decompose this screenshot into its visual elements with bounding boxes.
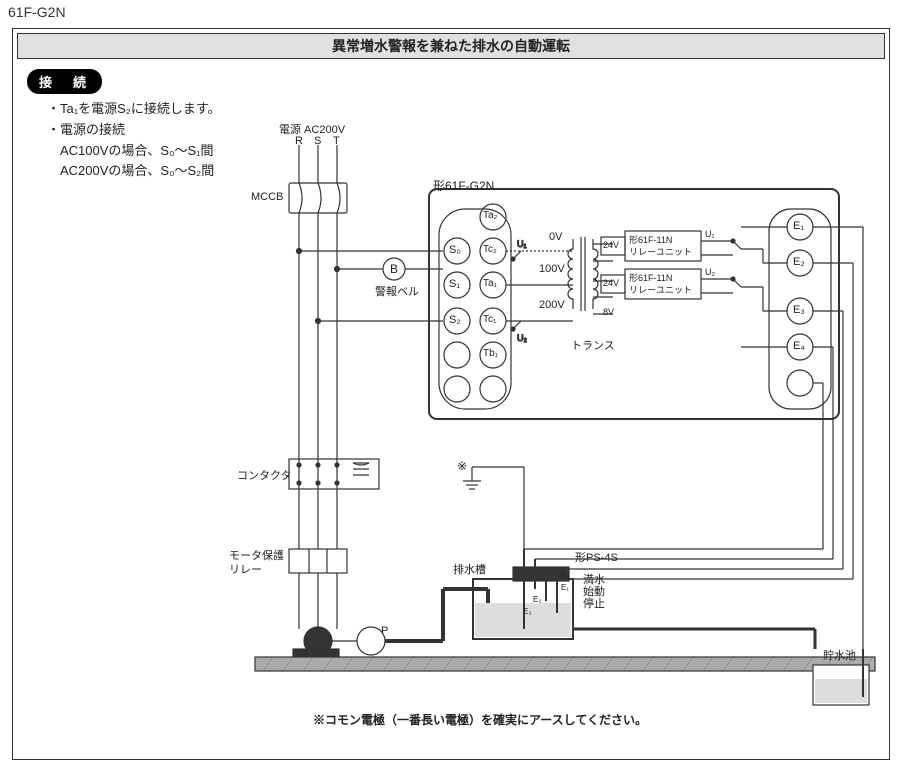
bell-caption: 警報ベル [375, 283, 419, 299]
terminal-e4: E₄ [793, 340, 805, 352]
phase-r: R [295, 135, 303, 147]
electrode-e1: E₁ [561, 583, 569, 592]
terminal-e1: E₁ [793, 220, 804, 232]
ps4s-label: 形PS-4S [575, 549, 618, 565]
terminal-tc1: Tc₁ [483, 314, 496, 325]
wiring-diagram: U₁ U₂ [13, 89, 889, 749]
u1-right: U₁ [705, 229, 715, 239]
terminal-s2: S₂ [449, 314, 461, 326]
tap-100v: 100V [539, 263, 565, 275]
electrode-e4: E₄ [561, 571, 570, 580]
ground-mark: ※ [457, 459, 467, 473]
phase-s: S [314, 135, 321, 147]
pump-p: P [381, 625, 388, 637]
reservoir-label: 貯水池 [823, 647, 856, 663]
diagram-frame: 異常増水警報を兼ねた排水の自動運転 接 続 ・Ta₁を電源S₂に接続します。 ・… [12, 28, 890, 760]
drain-tank-label: 排水槽 [453, 561, 486, 577]
page-title: 異常増水警報を兼ねた排水の自動運転 [17, 33, 885, 59]
u2-right: U₂ [705, 267, 715, 277]
terminal-e2: E₂ [793, 256, 805, 268]
motor-m: M [332, 625, 341, 637]
sec-8v: 8V [603, 307, 614, 317]
terminal-s1: S₁ [449, 278, 460, 290]
svg-text:U₂: U₂ [517, 333, 527, 343]
terminal-tb1: Tb₁ [483, 348, 498, 359]
terminal-s0: S₀ [449, 244, 461, 256]
sec-24v-1: 24V [603, 240, 619, 250]
bell-b: B [390, 262, 398, 276]
motor-relay-label2: リレー [229, 561, 262, 577]
tap-0v: 0V [549, 231, 562, 243]
transformer-label: トランス [571, 337, 615, 353]
footnote: ※コモン電極（一番長い電極）を確実にアースしてください。 [313, 711, 647, 728]
controller-model: 形61F-G2N [433, 177, 494, 194]
terminal-tc2: Tc₂ [483, 244, 497, 255]
svg-text:U₁: U₁ [517, 239, 527, 249]
level-stop: 停止 [583, 595, 605, 611]
tap-200v: 200V [539, 299, 565, 311]
phase-t: T [333, 135, 340, 147]
relay1-line2: リレーユニット [629, 245, 692, 258]
relay2-line2: リレーユニット [629, 283, 692, 296]
electrode-e2: E₂ [533, 595, 541, 604]
terminal-ta2: Ta₂ [483, 210, 497, 221]
contactor-label: コンタクタ [237, 467, 292, 483]
mccb-label: MCCB [251, 191, 283, 203]
terminal-e3: E₃ [793, 304, 805, 316]
terminal-ta1: Ta₁ [483, 278, 497, 289]
sec-24v-2: 24V [603, 278, 619, 288]
electrode-e3: E₃ [523, 607, 532, 616]
model-number: 61F-G2N [8, 4, 66, 20]
